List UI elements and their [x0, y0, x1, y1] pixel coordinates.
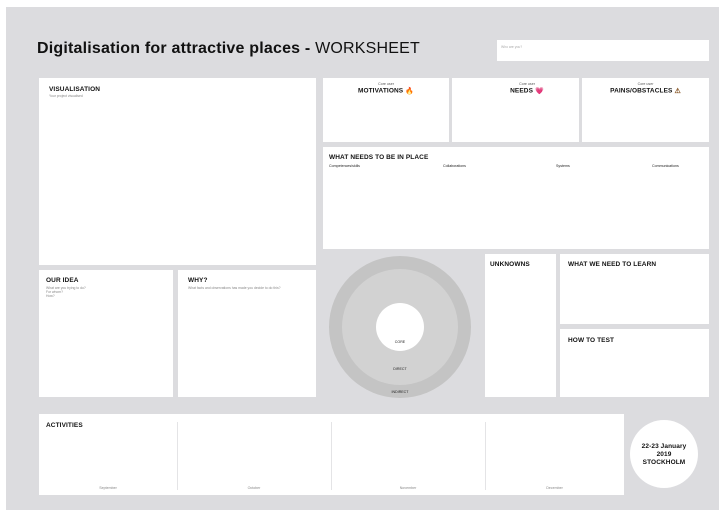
title-light: WORKSHEET: [315, 40, 421, 57]
month-october: October: [247, 486, 261, 490]
title-bold: Digitalisation for attractive places -: [37, 40, 316, 57]
motivations-label-row: MOTIVATIONS 🔥: [323, 87, 449, 95]
needs-label-row: NEEDS 💗: [452, 87, 602, 95]
who-are-you-placeholder: Who are you?: [501, 45, 523, 49]
activities-title: ACTIVITIES: [46, 422, 83, 429]
event-dates: 22-23 January: [641, 443, 687, 450]
warning-icon: ⚠: [674, 88, 681, 95]
activities-panel[interactable]: ACTIVITIES September October November De…: [39, 414, 624, 495]
visualisation-subtitle: Your project visualised: [49, 94, 83, 98]
event-city: STOCKHOLM: [642, 459, 686, 466]
how-to-test-panel[interactable]: HOW TO TEST: [560, 329, 709, 397]
motivations-label: MOTIVATIONS: [357, 87, 404, 95]
column-collaborations: Collaborations: [443, 164, 466, 168]
visualisation-title: VISUALISATION: [49, 86, 101, 93]
why-panel[interactable]: WHY? What facts and observations has mad…: [178, 270, 316, 397]
who-are-you-field[interactable]: Who are you?: [497, 40, 709, 61]
our-idea-panel[interactable]: OUR IDEA What are you trying to do? For …: [39, 270, 173, 397]
motivations-caption: Core user: [378, 82, 394, 86]
learn-panel[interactable]: WHAT WE NEED TO LEARN: [560, 254, 709, 324]
our-idea-title: OUR IDEA: [46, 277, 79, 284]
activities-divider: [177, 422, 178, 490]
month-september: September: [99, 486, 117, 490]
pains-label-row: PAINS/OBSTACLES ⚠: [582, 87, 709, 95]
unknowns-title: UNKNOWNS: [490, 261, 530, 268]
motivations-panel[interactable]: Core user MOTIVATIONS 🔥: [323, 78, 449, 142]
why-subtitle: What facts and observations has made you…: [188, 286, 281, 290]
activities-divider: [485, 422, 486, 490]
fire-icon: 🔥: [405, 88, 415, 95]
month-december: December: [546, 486, 563, 490]
needs-in-place-title: WHAT NEEDS TO BE IN PLACE: [329, 154, 429, 161]
unknowns-panel[interactable]: UNKNOWNS: [485, 254, 556, 397]
needs-caption: Core user: [519, 82, 535, 86]
activities-divider: [331, 422, 332, 490]
core-label: CORE: [394, 340, 406, 344]
month-november: November: [399, 486, 417, 490]
pains-label: PAINS/OBSTACLES: [610, 87, 673, 95]
column-competences: Competences/skills: [329, 164, 360, 168]
how-to-test-title: HOW TO TEST: [568, 337, 615, 344]
why-title: WHY?: [188, 277, 208, 284]
heart-icon: 💗: [535, 88, 544, 95]
needs-in-place-panel[interactable]: WHAT NEEDS TO BE IN PLACE Competences/sk…: [323, 147, 709, 249]
visualisation-panel[interactable]: VISUALISATION Your project visualised: [39, 78, 316, 265]
user-rings-diagram[interactable]: CORE DIRECT INDIRECT: [329, 256, 471, 398]
column-systems: Systems: [556, 164, 570, 168]
indirect-label: INDIRECT: [391, 390, 409, 394]
page-title: Digitalisation for attractive places - W…: [37, 40, 420, 58]
event-badge: 22-23 January 2019 STOCKHOLM: [630, 420, 698, 488]
event-year: 2019: [656, 451, 672, 458]
needs-panel[interactable]: Core user NEEDS 💗: [452, 78, 579, 142]
learn-title: WHAT WE NEED TO LEARN: [568, 261, 657, 268]
needs-label: NEEDS: [510, 87, 534, 95]
pains-caption: Core user: [637, 82, 654, 86]
direct-label: DIRECT: [393, 367, 407, 371]
pains-panel[interactable]: Core user PAINS/OBSTACLES ⚠: [582, 78, 709, 142]
column-communications: Communications: [652, 164, 679, 168]
our-idea-subtitle: What are you trying to do? For whom? How…: [46, 286, 86, 299]
